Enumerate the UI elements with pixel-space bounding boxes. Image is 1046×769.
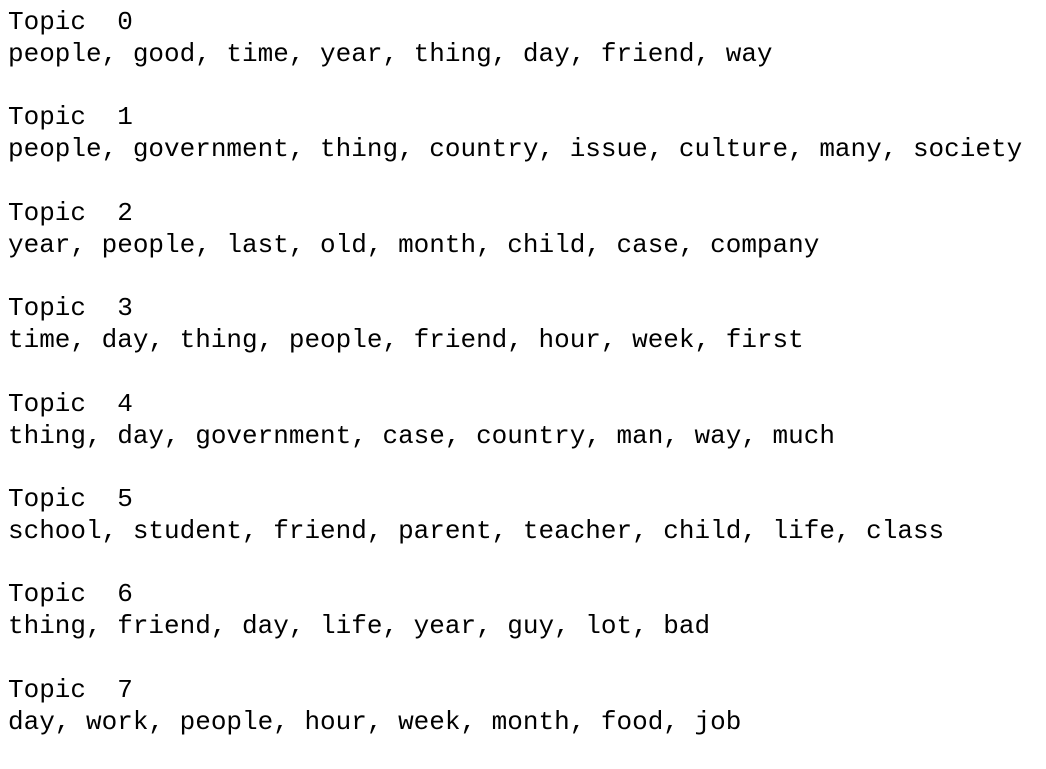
topic-header: Topic 6 xyxy=(8,579,133,610)
topic-words: thing, friend, day, life, year, guy, lot… xyxy=(8,611,711,642)
topic-words: year, people, last, old, month, child, c… xyxy=(8,229,820,260)
topic-header: Topic 2 xyxy=(8,197,133,228)
topic-block-7: Topic 7 day, work, people, hour, week, m… xyxy=(8,674,1038,769)
topic-words: thing, day, government, case, country, m… xyxy=(8,420,835,451)
topic-block-4: Topic 4 thing, day, government, case, co… xyxy=(8,388,1038,483)
topic-header: Topic 0 xyxy=(8,7,133,37)
topic-block-0: Topic 0 people, good, time, year, thing,… xyxy=(8,6,1038,101)
topic-words: people, good, time, year, thing, day, fr… xyxy=(8,39,773,69)
topic-block-2: Topic 2 year, people, last, old, month, … xyxy=(8,197,1038,292)
topic-words: time, day, thing, people, friend, hour, … xyxy=(8,325,804,356)
topic-header: Topic 4 xyxy=(8,388,133,419)
topic-header: Topic 5 xyxy=(8,483,133,514)
topic-block-5: Topic 5 school, student, friend, parent,… xyxy=(8,483,1038,578)
topic-words: people, government, thing, country, issu… xyxy=(8,134,1023,165)
topic-output: Topic 0 people, good, time, year, thing,… xyxy=(8,6,1038,769)
topic-words: school, student, friend, parent, teacher… xyxy=(8,515,945,546)
topic-block-3: Topic 3 time, day, thing, people, friend… xyxy=(8,292,1038,387)
topic-header: Topic 3 xyxy=(8,293,133,324)
topic-block-1: Topic 1 people, government, thing, count… xyxy=(8,101,1038,196)
topic-words: day, work, people, hour, week, month, fo… xyxy=(8,706,742,737)
topic-header: Topic 7 xyxy=(8,674,133,705)
topic-block-6: Topic 6 thing, friend, day, life, year, … xyxy=(8,578,1038,673)
topic-header: Topic 1 xyxy=(8,102,133,133)
